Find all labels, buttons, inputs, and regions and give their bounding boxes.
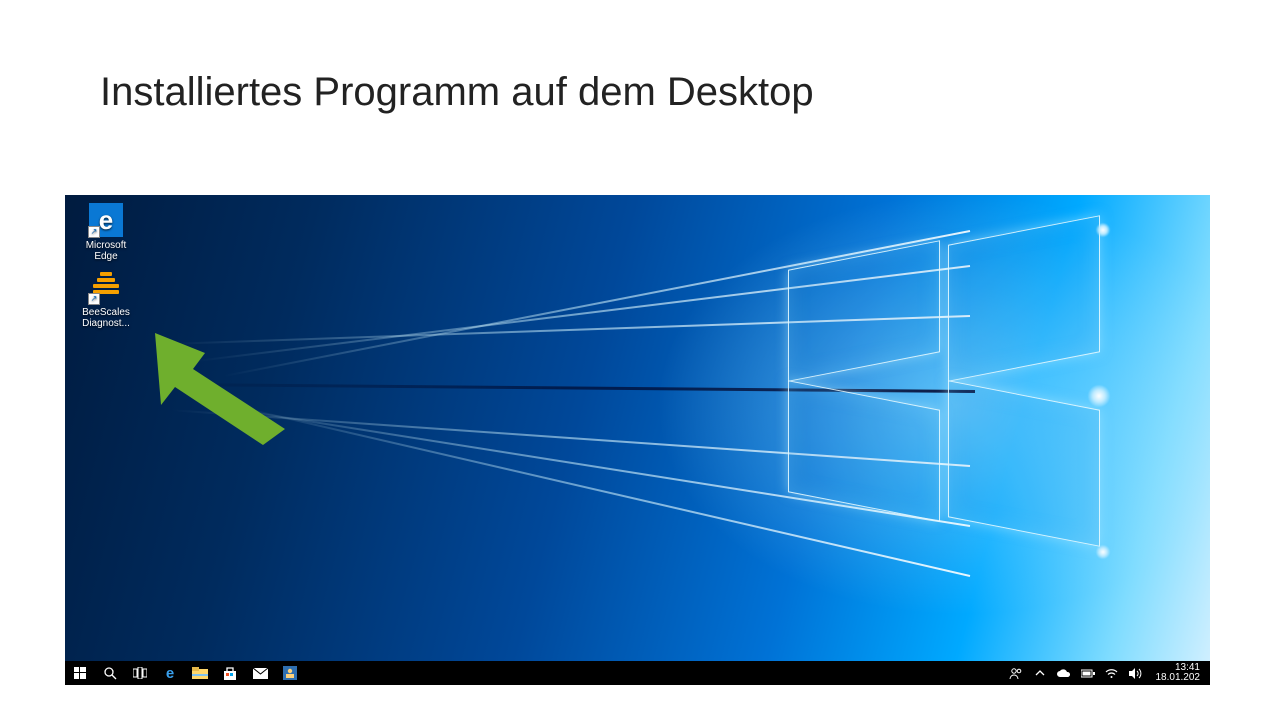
taskbar: e xyxy=(65,661,1210,685)
beescales-icon: ↗ xyxy=(89,270,123,304)
mail-icon xyxy=(253,668,268,679)
tray-expand-button[interactable] xyxy=(1032,665,1048,681)
tray-network[interactable] xyxy=(1104,665,1120,681)
folder-icon xyxy=(192,667,208,679)
clock-date: 18.01.202 xyxy=(1156,673,1201,683)
store-icon xyxy=(223,667,237,680)
people-button[interactable] xyxy=(1008,665,1024,681)
taskbar-app-button[interactable] xyxy=(275,661,305,685)
desktop-icon-edge[interactable]: e ↗ Microsoft Edge xyxy=(73,203,139,262)
app-icon xyxy=(283,666,297,680)
shortcut-badge-icon: ↗ xyxy=(88,293,100,305)
taskbar-edge-button[interactable]: e xyxy=(155,661,185,685)
taskbar-mail-button[interactable] xyxy=(245,661,275,685)
windows-logo-icon xyxy=(74,667,86,679)
battery-icon xyxy=(1081,669,1095,678)
tray-onedrive[interactable] xyxy=(1056,665,1072,681)
people-icon xyxy=(1009,667,1023,679)
taskbar-clock[interactable]: 13:41 18.01.202 xyxy=(1152,662,1205,684)
search-button[interactable] xyxy=(95,661,125,685)
tray-power[interactable] xyxy=(1080,665,1096,681)
desktop-icon-beescales[interactable]: ↗ BeeScales Diagnost... xyxy=(73,270,139,329)
tray-volume[interactable] xyxy=(1128,665,1144,681)
speaker-icon xyxy=(1129,668,1142,679)
start-button[interactable] xyxy=(65,661,95,685)
chevron-up-icon xyxy=(1035,669,1045,677)
taskbar-store-button[interactable] xyxy=(215,661,245,685)
edge-icon: e ↗ xyxy=(89,203,123,237)
slide-title: Installiertes Programm auf dem Desktop xyxy=(100,70,814,115)
taskview-button[interactable] xyxy=(125,661,155,685)
taskview-icon xyxy=(133,667,147,679)
taskbar-explorer-button[interactable] xyxy=(185,661,215,685)
desktop-icon-label: Microsoft Edge xyxy=(73,240,139,262)
desktop-wallpaper: e ↗ Microsoft Edge ↗ xyxy=(65,195,1210,661)
cloud-icon xyxy=(1056,668,1071,678)
wifi-icon xyxy=(1105,668,1118,679)
search-icon xyxy=(104,667,117,680)
shortcut-badge-icon: ↗ xyxy=(88,226,100,238)
desktop-icon-label: BeeScales Diagnost... xyxy=(73,307,139,329)
edge-icon: e xyxy=(166,665,174,682)
screenshot-container: e ↗ Microsoft Edge ↗ xyxy=(65,195,1210,685)
